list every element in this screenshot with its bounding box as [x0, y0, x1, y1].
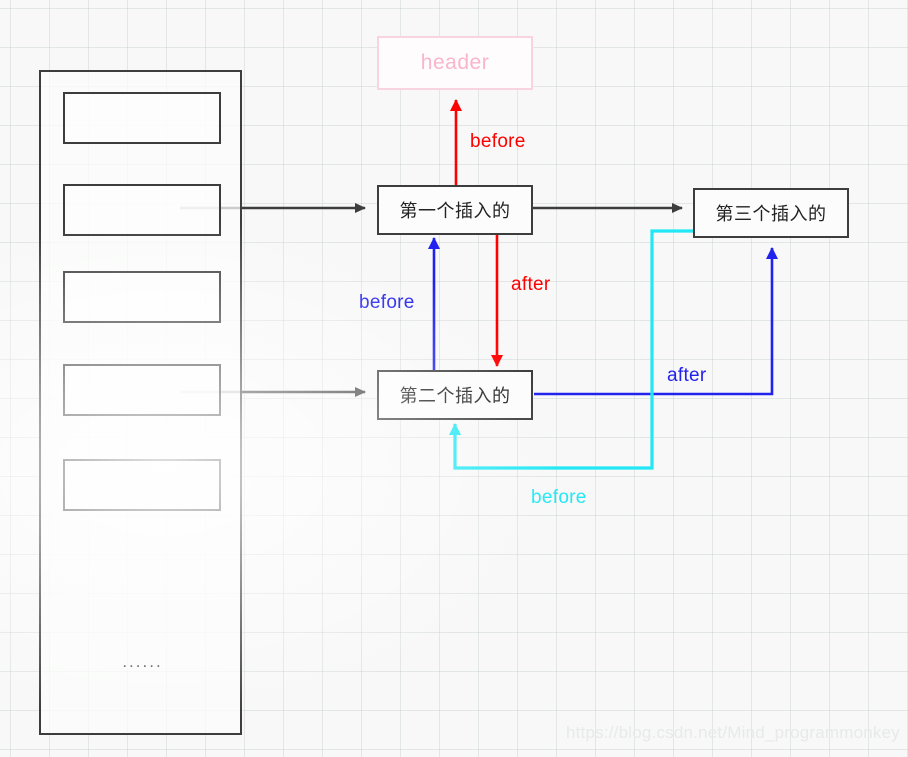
label-before-red: before — [470, 131, 526, 152]
arrow-third-before-second — [449, 229, 693, 470]
array-cell-3[interactable] — [63, 271, 221, 323]
array-ellipsis: ...... — [122, 652, 163, 671]
array-container: ...... — [39, 70, 242, 735]
node-header[interactable]: header — [377, 36, 533, 90]
node-second-inserted[interactable]: 第二个插入的 — [377, 370, 533, 420]
label-after-red: after — [511, 274, 551, 295]
node-first-inserted[interactable]: 第一个插入的 — [377, 185, 533, 235]
watermark: https://blog.csdn.net/Mind_programmonkey — [565, 723, 900, 742]
label-before-cyan: before — [531, 487, 587, 508]
array-cell-1[interactable] — [63, 92, 221, 144]
array-cell-4[interactable] — [63, 364, 221, 416]
array-cell-5[interactable] — [63, 459, 221, 511]
label-before-blue: before — [359, 292, 415, 313]
node-third-inserted[interactable]: 第三个插入的 — [693, 188, 849, 238]
array-cell-2[interactable] — [63, 184, 221, 236]
label-after-blue: after — [667, 365, 707, 386]
diagram-canvas: ...... header 第一个插入的 第二个插入的 第三个插入的 befor… — [0, 0, 908, 757]
